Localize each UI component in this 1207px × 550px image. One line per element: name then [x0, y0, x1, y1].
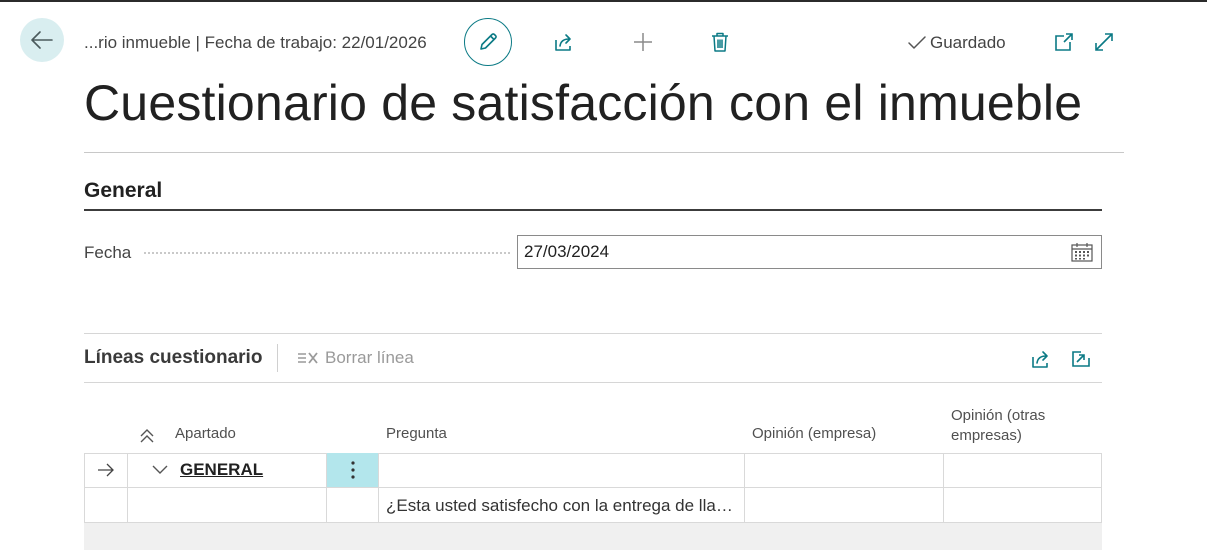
lines-focus-mode-button[interactable] — [1065, 343, 1097, 375]
chevron-down-icon[interactable] — [152, 465, 168, 475]
collapse-all-icon[interactable] — [138, 427, 156, 445]
arrow-left-icon — [31, 31, 53, 49]
delete-line-label: Borrar línea — [325, 348, 414, 367]
column-header-pregunta[interactable]: Pregunta — [386, 424, 447, 444]
open-new-window-button[interactable] — [1048, 26, 1080, 58]
expand-icon — [1095, 33, 1113, 51]
saved-label: Guardado — [930, 33, 1006, 52]
checkmark-icon — [908, 36, 926, 49]
plus-icon — [634, 33, 652, 51]
opinion-empresa-cell[interactable] — [745, 488, 944, 523]
breadcrumb: ...rio inmueble | Fecha de trabajo: 22/0… — [84, 33, 427, 52]
row-indicator-cell[interactable] — [84, 488, 128, 523]
field-leader-dots — [144, 252, 510, 254]
window-top-border — [0, 0, 1207, 2]
action-separator — [277, 344, 278, 372]
lines-top-divider — [84, 333, 1102, 334]
grid-footer — [84, 523, 1102, 550]
table-row[interactable]: GENERAL — [84, 453, 1102, 488]
delete-line-button[interactable]: Borrar línea — [297, 348, 414, 368]
pregunta-cell[interactable]: ¿Esta usted satisfecho con la entrega de… — [379, 488, 745, 523]
saved-status: Guardado — [907, 33, 1006, 53]
fecha-label: Fecha — [84, 243, 132, 262]
expand-button[interactable] — [1088, 26, 1120, 58]
row-actions-cell[interactable] — [327, 488, 379, 523]
back-button[interactable] — [20, 18, 64, 62]
pencil-icon — [480, 33, 497, 50]
opinion-otras-cell[interactable] — [944, 488, 1102, 523]
opinion-otras-cell[interactable] — [944, 453, 1102, 488]
share-button[interactable] — [548, 26, 580, 58]
edit-button[interactable] — [464, 18, 512, 66]
focus-mode-icon — [1072, 351, 1090, 367]
delete-button[interactable] — [704, 26, 736, 58]
lines-section-title[interactable]: Líneas cuestionario — [84, 347, 262, 369]
column-header-opinion-empresa[interactable]: Opinión (empresa) — [752, 424, 876, 444]
share-icon — [555, 34, 571, 51]
general-section-title[interactable]: General — [84, 179, 162, 203]
calendar-icon[interactable] — [1071, 242, 1093, 262]
table-row[interactable]: ¿Esta usted satisfecho con la entrega de… — [84, 488, 1102, 523]
group-link-general[interactable]: GENERAL — [180, 460, 263, 480]
general-section-divider — [84, 209, 1102, 211]
lines-share-button[interactable] — [1025, 343, 1057, 375]
new-button[interactable] — [627, 26, 659, 58]
page-title: Cuestionario de satisfacción con el inmu… — [84, 75, 1083, 131]
column-header-opinion-otras[interactable]: Opinión (otras empresas) — [951, 406, 1091, 446]
row-actions-cell[interactable] — [327, 453, 379, 488]
opinion-empresa-cell[interactable] — [745, 453, 944, 488]
lines-bottom-divider — [84, 382, 1102, 383]
more-vertical-icon[interactable] — [350, 461, 355, 479]
pregunta-cell[interactable] — [379, 453, 745, 488]
trash-icon — [712, 32, 728, 52]
share-icon — [1032, 351, 1048, 368]
fecha-input[interactable] — [517, 235, 1102, 269]
column-header-apartado[interactable]: Apartado — [175, 424, 236, 444]
row-indicator-cell[interactable] — [84, 453, 128, 488]
arrow-right-icon — [97, 463, 114, 477]
open-new-window-icon — [1055, 33, 1073, 51]
apartado-cell[interactable]: GENERAL — [128, 453, 327, 488]
delete-row-icon — [298, 352, 318, 364]
apartado-cell[interactable] — [128, 488, 327, 523]
title-divider — [84, 152, 1124, 153]
